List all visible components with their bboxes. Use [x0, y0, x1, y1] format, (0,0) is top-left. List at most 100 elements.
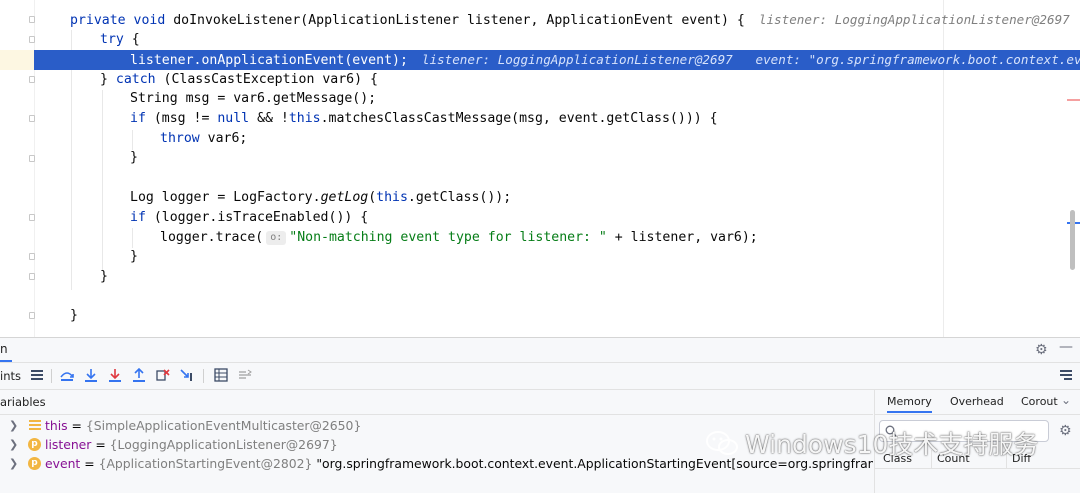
code-editor[interactable]: private void doInvokeListener(Applicatio… — [0, 0, 1080, 337]
static-method: getLog — [320, 190, 369, 205]
fold-marker-icon[interactable] — [29, 155, 35, 162]
string-literal: "Non-matching event type for listener: " — [289, 230, 607, 245]
code-text: && ! — [249, 111, 289, 126]
keyword: private void — [70, 13, 166, 28]
code-line: } catch (ClassCastException var6) { — [100, 70, 378, 90]
indent-guide — [132, 228, 133, 248]
fold-marker-icon[interactable] — [29, 76, 35, 83]
parameter-icon: p — [28, 438, 41, 451]
keyword: throw — [160, 131, 200, 146]
indent-guide — [102, 90, 103, 270]
editor-scrollbar[interactable] — [1070, 210, 1075, 270]
current-execution-line: listener.onApplicationEvent(event); liste… — [34, 50, 1080, 70]
code-line: if (logger.isTraceEnabled()) { — [130, 208, 368, 228]
code-text: (ClassCastException var6) { — [155, 72, 378, 87]
fold-marker-icon[interactable] — [29, 312, 35, 319]
variable-text: this = {SimpleApplicationEventMulticaste… — [45, 418, 362, 433]
code-line: } — [100, 269, 108, 284]
code-line: private void doInvokeListener(Applicatio… — [70, 10, 1080, 30]
variables-title: ariables — [0, 395, 46, 409]
watermark: Windows10技术支持服务 — [705, 426, 1038, 460]
keyword: null — [217, 111, 250, 126]
tab-overhead[interactable]: Overhead — [950, 395, 1004, 408]
run-to-cursor-icon[interactable] — [178, 366, 196, 384]
expand-chevron-icon[interactable]: ❯ — [9, 454, 18, 473]
minimize-icon[interactable]: — — [1059, 339, 1073, 355]
code-text: (msg != — [145, 111, 218, 126]
code-line: } — [130, 150, 138, 165]
expand-chevron-icon[interactable]: ❯ — [9, 416, 18, 435]
variable-name: this — [45, 418, 68, 433]
debug-tab[interactable]: n — [0, 342, 12, 362]
variables-header: ariables — [0, 390, 873, 415]
parameter-hint: o: — [266, 231, 287, 245]
code-line: } — [130, 249, 138, 264]
wechat-logo-icon — [706, 431, 738, 455]
inlay-debug-value: listener: LoggingApplicationListener@269… — [421, 52, 1080, 67]
code-line: throw var6; — [160, 129, 247, 149]
code-text: var6; — [199, 131, 248, 146]
variable-text: listener = {LoggingApplicationListener@2… — [45, 437, 338, 452]
code-line: } — [70, 308, 78, 323]
force-step-into-icon[interactable] — [106, 366, 124, 384]
memory-tabs: Memory Overhead Corout ⌄ — [875, 390, 1080, 415]
settings-gear-icon[interactable]: ⚙ — [1035, 342, 1048, 358]
code-line: try { — [100, 30, 140, 50]
code-line: String msg = var6.getMessage(); — [130, 91, 377, 106]
tab-coroutines[interactable]: Corout — [1021, 395, 1058, 408]
keyword: if — [130, 210, 146, 225]
layout-settings-icon[interactable] — [1057, 366, 1075, 384]
code-text: doInvokeListener(ApplicationListener lis… — [165, 13, 745, 28]
expand-chevron-icon[interactable]: ❯ — [9, 435, 18, 454]
code-text: { — [123, 32, 140, 47]
code-text: listener.onApplicationEvent(event); — [130, 53, 408, 68]
inlay-debug-value: listener: LoggingApplicationListener@269… — [758, 12, 1070, 27]
variable-value: {LoggingApplicationListener@2697} — [109, 437, 338, 452]
variable-name: event — [45, 456, 81, 471]
memory-settings-gear-icon[interactable]: ⚙ — [1059, 423, 1072, 439]
code-text: (logger.isTraceEnabled()) { — [145, 210, 369, 225]
step-over-icon[interactable] — [58, 366, 76, 384]
debug-toolbar: ints — [0, 363, 1080, 390]
code-line: Log logger = LogFactory.getLog(this.getC… — [130, 188, 511, 208]
fold-marker-icon[interactable] — [29, 253, 35, 260]
debug-title-bar: n ⚙ — — [0, 338, 1080, 363]
step-into-icon[interactable] — [82, 366, 100, 384]
keyword: if — [130, 111, 146, 126]
indent-guide — [132, 130, 133, 150]
drop-frame-icon[interactable] — [154, 366, 172, 384]
watermark-text: Windows10技术支持服务 — [745, 430, 1039, 459]
fold-marker-icon[interactable] — [29, 115, 35, 122]
toolbar-separator — [51, 369, 52, 383]
variable-name: listener — [45, 437, 92, 452]
fold-marker-icon[interactable] — [29, 273, 35, 280]
variable-value: {ApplicationStartingEvent@2802} — [98, 456, 313, 471]
code-text: logger.trace( — [160, 230, 264, 245]
fold-marker-icon[interactable] — [29, 16, 35, 23]
code-text: .getClass()); — [407, 190, 512, 205]
keyword: catch — [115, 72, 156, 87]
code-text: + listener, var6); — [606, 230, 758, 245]
trace-stream-icon[interactable] — [236, 366, 254, 384]
code-line: if (msg != null && !this.matchesClassCas… — [130, 109, 718, 129]
step-out-icon[interactable] — [130, 366, 148, 384]
toolbar-separator — [203, 369, 204, 383]
code-text: } — [100, 72, 116, 87]
menu-lines-icon[interactable] — [28, 366, 46, 384]
error-stripe-mark[interactable] — [1067, 99, 1080, 101]
current-line-gutter-marker — [0, 50, 34, 70]
chevron-down-icon[interactable]: ⌄ — [1061, 393, 1071, 407]
fold-marker-icon[interactable] — [29, 214, 35, 221]
parameter-icon: p — [28, 457, 41, 470]
code-text: Log logger = LogFactory. — [130, 190, 321, 205]
fold-marker-icon[interactable] — [29, 36, 35, 43]
tab-memory[interactable]: Memory — [887, 395, 932, 413]
debug-tool-window: n ⚙ — ints ariables ❯ this = {SimpleAppl… — [0, 337, 1080, 493]
keyword: this — [376, 190, 408, 205]
evaluate-expression-icon[interactable] — [212, 366, 230, 384]
keyword: try — [100, 32, 124, 47]
code-text: ( — [368, 190, 377, 205]
breakpoints-tab-label[interactable]: ints — [0, 369, 21, 383]
variable-value: {SimpleApplicationEventMulticaster@2650} — [85, 418, 362, 433]
keyword: this — [288, 111, 321, 126]
